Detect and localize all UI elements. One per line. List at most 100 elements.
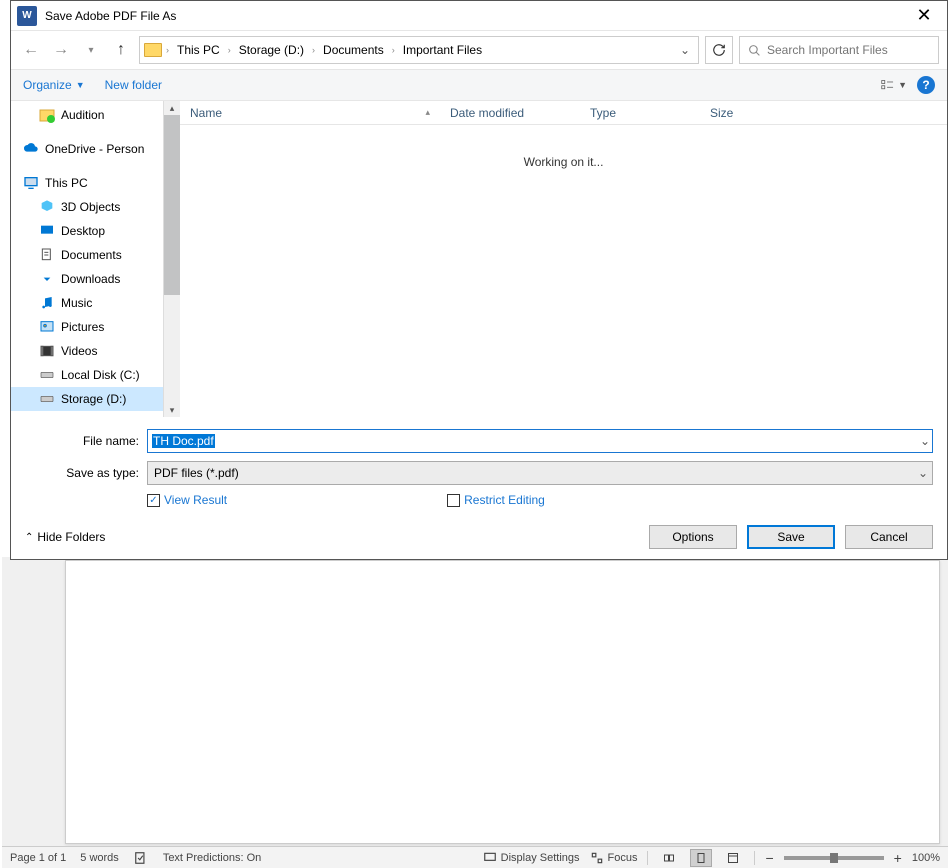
- new-folder-button[interactable]: New folder: [105, 78, 162, 92]
- sidebar-item-desktop[interactable]: Desktop: [11, 219, 163, 243]
- document-icon: [39, 247, 55, 263]
- zoom-level[interactable]: 100%: [912, 852, 940, 864]
- sidebar-item-storage[interactable]: Storage (D:): [11, 387, 163, 411]
- file-list: Name▴ Date modified Type Size Working on…: [180, 101, 947, 417]
- sidebar-item-onedrive[interactable]: OneDrive - Person: [11, 137, 163, 161]
- chevron-right-icon: ›: [228, 45, 231, 55]
- text-predictions[interactable]: Text Predictions: On: [163, 852, 261, 864]
- sidebar-item-label: Storage (D:): [61, 392, 126, 406]
- column-date[interactable]: Date modified: [440, 106, 580, 120]
- save-button[interactable]: Save: [747, 525, 835, 549]
- filename-input[interactable]: TH Doc.pdf ⌄: [147, 429, 933, 453]
- sidebar-item-downloads[interactable]: Downloads: [11, 267, 163, 291]
- chevron-right-icon: ›: [166, 45, 169, 55]
- sidebar-item-label: 3D Objects: [61, 200, 120, 214]
- read-mode-button[interactable]: [658, 849, 680, 867]
- folder-icon: [144, 43, 162, 57]
- sidebar-item-audition[interactable]: Audition: [11, 103, 163, 127]
- checkbox-checked-icon: ✓: [147, 494, 160, 507]
- savetype-select[interactable]: PDF files (*.pdf) ⌄: [147, 461, 933, 485]
- help-button[interactable]: ?: [917, 76, 935, 94]
- cloud-icon: [23, 141, 39, 157]
- breadcrumb[interactable]: Important Files: [399, 43, 486, 57]
- sidebar-item-3dobjects[interactable]: 3D Objects: [11, 195, 163, 219]
- zoom-out-button[interactable]: −: [765, 850, 773, 866]
- disk-icon: [39, 367, 55, 383]
- sidebar-item-label: Desktop: [61, 224, 105, 238]
- print-layout-button[interactable]: [690, 849, 712, 867]
- sidebar-item-label: Videos: [61, 344, 97, 358]
- sort-indicator-icon: ▴: [425, 107, 430, 118]
- chevron-up-icon: ⌃: [25, 532, 33, 543]
- sidebar: Audition OneDrive - Person This PC 3D Ob…: [11, 101, 163, 417]
- hide-folders-button[interactable]: ⌃ Hide Folders: [25, 530, 105, 544]
- search-input[interactable]: [767, 43, 930, 57]
- filename-dropdown[interactable]: ⌄: [920, 434, 930, 448]
- chevron-down-icon: ⌄: [918, 466, 928, 480]
- chevron-down-icon[interactable]: ▾: [79, 38, 103, 62]
- 3d-icon: [39, 199, 55, 215]
- bottom-panel: File name: TH Doc.pdf ⌄ Save as type: PD…: [11, 417, 947, 559]
- chevron-right-icon: ›: [312, 45, 315, 55]
- display-settings-button[interactable]: Display Settings: [483, 851, 580, 865]
- zoom-in-button[interactable]: +: [894, 850, 902, 866]
- refresh-button[interactable]: [705, 36, 733, 64]
- save-dialog: W Save Adobe PDF File As ✕ ← → ▾ ↑ › Thi…: [10, 0, 948, 560]
- spellcheck-icon[interactable]: [133, 851, 149, 865]
- disk-icon: [39, 391, 55, 407]
- sidebar-item-videos[interactable]: Videos: [11, 339, 163, 363]
- sidebar-item-documents[interactable]: Documents: [11, 243, 163, 267]
- organize-button[interactable]: Organize ▼: [23, 78, 85, 92]
- sidebar-item-label: OneDrive - Person: [45, 142, 144, 156]
- breadcrumb[interactable]: This PC: [173, 43, 224, 57]
- savetype-label: Save as type:: [25, 466, 147, 480]
- sidebar-item-pictures[interactable]: Pictures: [11, 315, 163, 339]
- view-options-button[interactable]: ▼: [881, 74, 907, 96]
- scroll-thumb[interactable]: [164, 115, 180, 295]
- window-title: Save Adobe PDF File As: [45, 9, 176, 23]
- sidebar-item-label: Music: [61, 296, 92, 310]
- view-result-checkbox[interactable]: ✓ View Result: [147, 493, 227, 507]
- restrict-editing-checkbox[interactable]: Restrict Editing: [447, 493, 545, 507]
- nav-bar: ← → ▾ ↑ › This PC › Storage (D:) › Docum…: [11, 31, 947, 69]
- scroll-down-icon[interactable]: ▾: [164, 403, 180, 417]
- web-layout-button[interactable]: [722, 849, 744, 867]
- titlebar: W Save Adobe PDF File As ✕: [11, 1, 947, 31]
- word-app-icon: W: [17, 6, 37, 26]
- cancel-button[interactable]: Cancel: [845, 525, 933, 549]
- breadcrumb[interactable]: Documents: [319, 43, 388, 57]
- search-box[interactable]: [739, 36, 939, 64]
- desktop-icon: [39, 223, 55, 239]
- zoom-slider[interactable]: [784, 856, 884, 860]
- page-indicator[interactable]: Page 1 of 1: [10, 852, 66, 864]
- search-icon: [748, 44, 761, 57]
- sidebar-scrollbar[interactable]: ▴ ▾: [163, 101, 180, 417]
- close-button[interactable]: ✕: [901, 1, 947, 31]
- pc-icon: [23, 175, 39, 191]
- address-dropdown[interactable]: ⌄: [676, 43, 694, 57]
- sidebar-item-label: This PC: [45, 176, 88, 190]
- column-size[interactable]: Size: [700, 106, 780, 120]
- sidebar-item-localdisk[interactable]: Local Disk (C:): [11, 363, 163, 387]
- up-button[interactable]: ↑: [109, 38, 133, 62]
- scroll-up-icon[interactable]: ▴: [164, 101, 180, 115]
- address-bar[interactable]: › This PC › Storage (D:) › Documents › I…: [139, 36, 699, 64]
- status-bar: Page 1 of 1 5 words Text Predictions: On…: [2, 846, 948, 868]
- options-button[interactable]: Options: [649, 525, 737, 549]
- word-count[interactable]: 5 words: [80, 852, 119, 864]
- sidebar-item-label: Local Disk (C:): [61, 368, 140, 382]
- column-type[interactable]: Type: [580, 106, 700, 120]
- column-name[interactable]: Name▴: [180, 106, 440, 120]
- forward-button: →: [49, 38, 73, 62]
- back-button[interactable]: ←: [19, 38, 43, 62]
- sidebar-item-thispc[interactable]: This PC: [11, 171, 163, 195]
- document-page: [65, 560, 940, 844]
- picture-icon: [39, 319, 55, 335]
- sidebar-item-music[interactable]: Music: [11, 291, 163, 315]
- folder-icon: [39, 107, 55, 123]
- focus-button[interactable]: Focus: [590, 851, 638, 865]
- breadcrumb[interactable]: Storage (D:): [235, 43, 308, 57]
- sidebar-item-label: Pictures: [61, 320, 104, 334]
- download-icon: [39, 271, 55, 287]
- toolbar: Organize ▼ New folder ▼ ?: [11, 69, 947, 101]
